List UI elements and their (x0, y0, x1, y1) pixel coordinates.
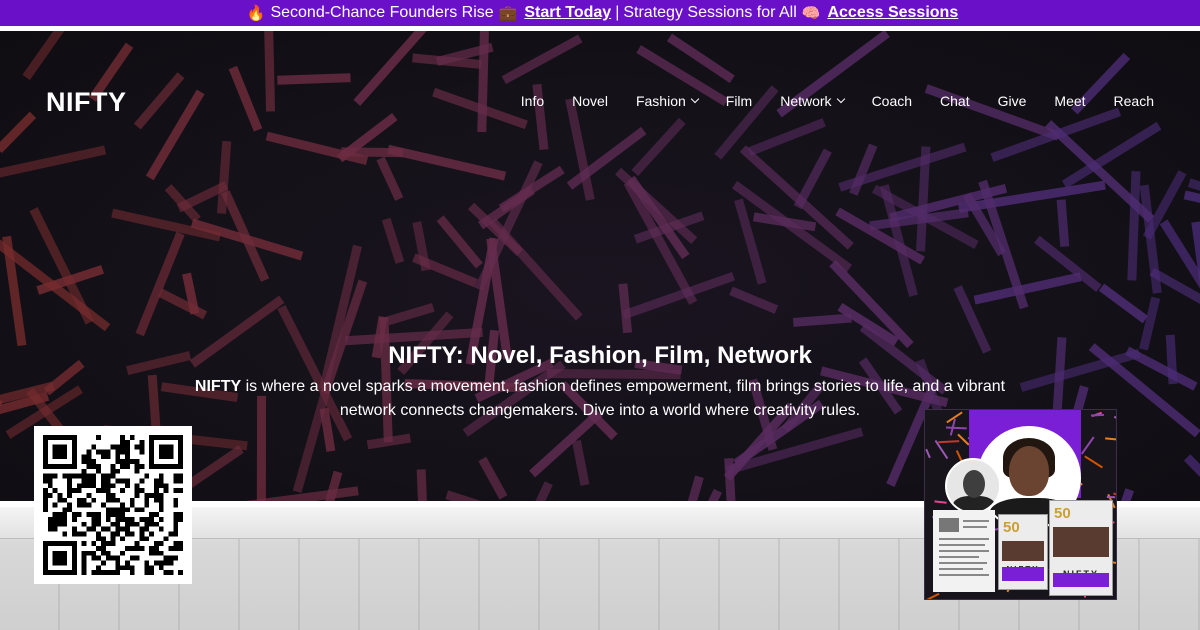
site-logo[interactable]: NIFTY (46, 87, 127, 118)
nav-item-chat[interactable]: Chat (940, 93, 970, 109)
nav-item-novel[interactable]: Novel (572, 93, 608, 109)
nav-item-label: Network (780, 93, 832, 109)
nav-item-label: Coach (871, 93, 913, 109)
nav-item-label: Fashion (635, 93, 686, 109)
qr-code[interactable] (34, 426, 192, 584)
nav-item-reach[interactable]: Reach (1114, 93, 1154, 109)
nav-item-give[interactable]: Give (998, 93, 1027, 109)
access-sessions-link[interactable]: Access Sessions (827, 4, 958, 22)
announcement-banner: 🔥 Second-Chance Founders Rise 💼 Start To… (0, 0, 1200, 26)
book-promo-image[interactable]: 50 NIFTY 50 NIFTY (924, 409, 1117, 600)
nav-item-network[interactable]: Network (780, 93, 845, 109)
book-cover-large: 50 NIFTY (1049, 500, 1113, 596)
chevron-down-icon (836, 94, 845, 104)
fire-emoji-icon: 🔥 (246, 5, 266, 22)
briefcase-emoji-icon: 💼 (498, 5, 518, 22)
banner-middle-text: Strategy Sessions for All (623, 4, 797, 21)
author-photo-small (945, 458, 1001, 514)
nav-item-meet[interactable]: Meet (1054, 93, 1085, 109)
nav-item-label: Chat (940, 93, 970, 109)
nav-item-label: Info (520, 93, 545, 109)
chevron-down-icon (690, 94, 700, 104)
nav-item-label: Novel (572, 93, 608, 109)
banner-lead-text: Second-Chance Founders Rise (270, 4, 494, 21)
start-today-link[interactable]: Start Today (524, 4, 611, 22)
nav-item-label: Film (725, 93, 753, 109)
hero-description-brand: NIFTY (194, 378, 242, 395)
nav-item-film[interactable]: Film (726, 93, 752, 109)
book-cover-small: 50 NIFTY (998, 514, 1048, 590)
banner-separator: | (615, 4, 620, 21)
nav-item-label: Give (997, 93, 1027, 109)
book-number: 50 (1054, 505, 1071, 522)
nav-item-coach[interactable]: Coach (872, 93, 912, 109)
qr-code-icon (43, 435, 183, 575)
book-back-cover (933, 510, 995, 592)
hero-description-text: is where a novel sparks a movement, fash… (241, 378, 1006, 419)
hero-description: NIFTY is where a novel sparks a movement… (170, 375, 1030, 423)
main-nav: Info Novel Fashion Film Network Coach Chat Give… (521, 93, 1154, 109)
hero-title: NIFTY: Novel, Fashion, Film, Network (388, 342, 812, 369)
nav-item-label: Reach (1113, 93, 1154, 109)
nav-item-label: Meet (1054, 93, 1086, 109)
nav-item-info[interactable]: Info (521, 93, 544, 109)
nav-item-fashion[interactable]: Fashion (635, 93, 700, 109)
brain-emoji-icon: 🧠 (801, 5, 821, 22)
book-number: 50 (1003, 519, 1020, 536)
